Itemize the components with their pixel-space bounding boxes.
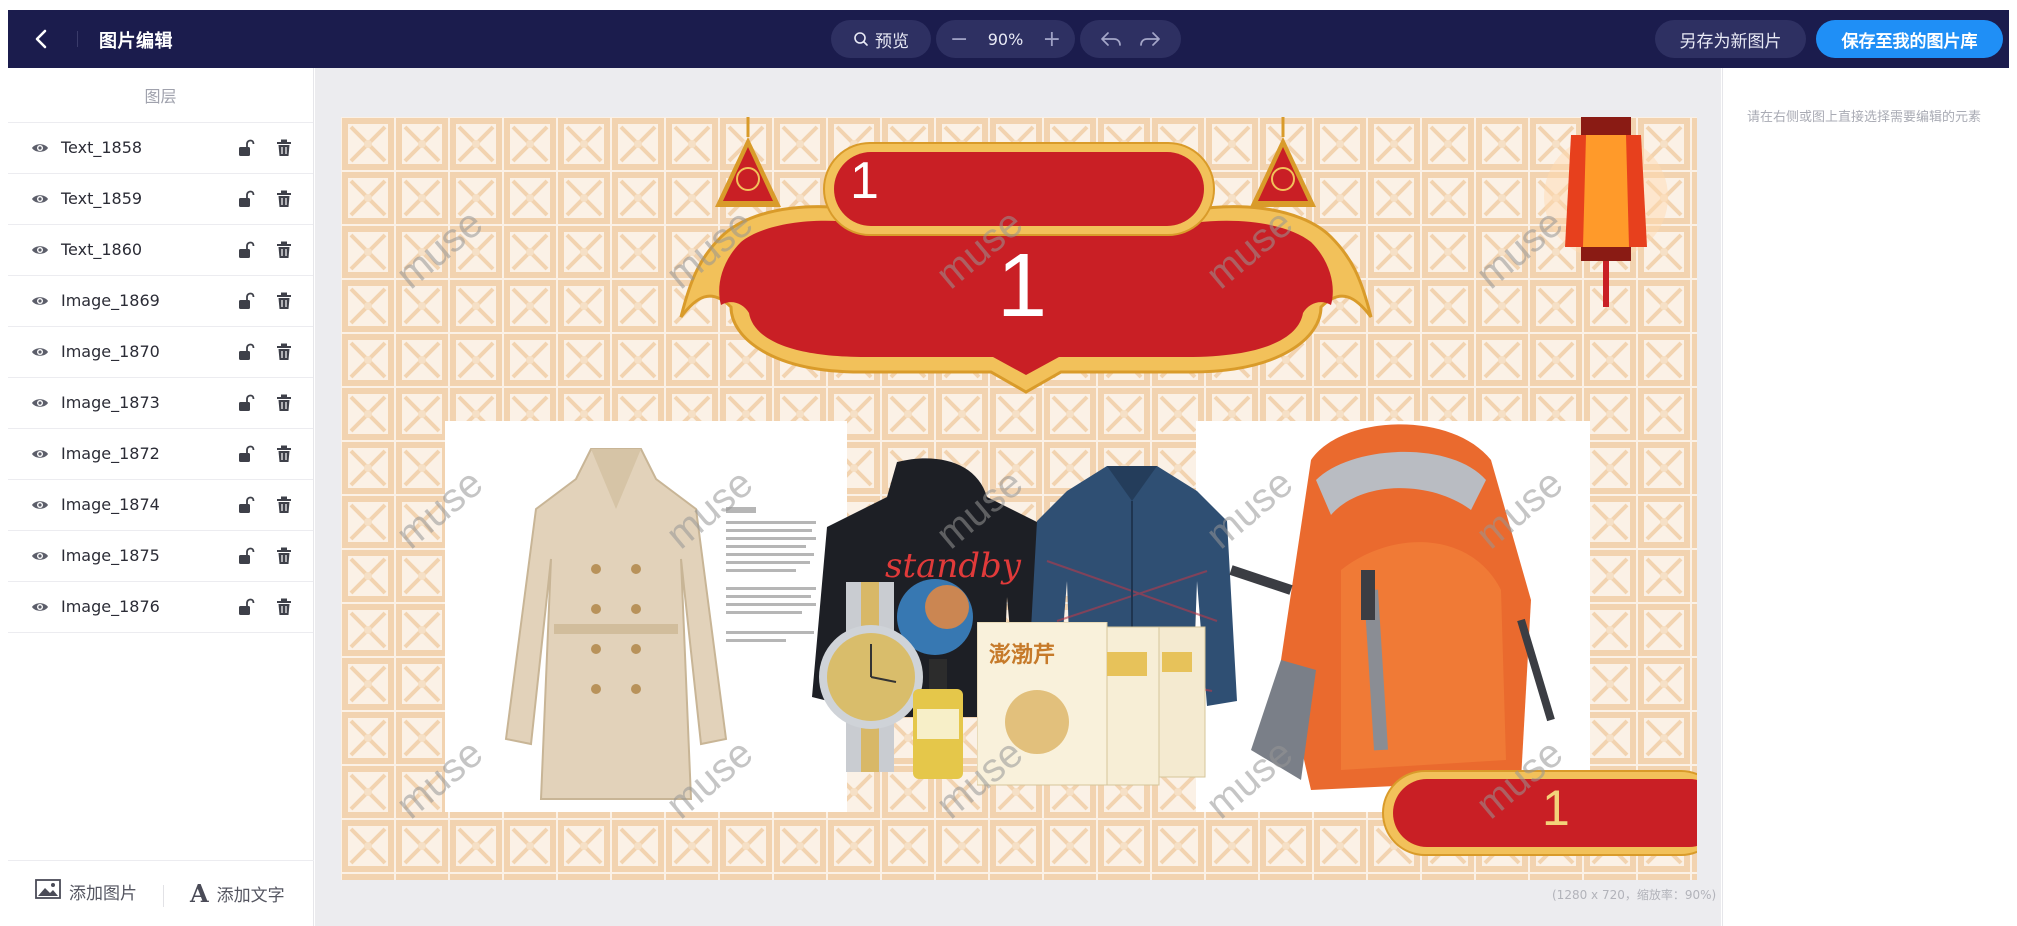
preview-label: 预览: [875, 31, 909, 52]
layer-row[interactable]: Image_1876: [8, 582, 313, 633]
trash-icon[interactable]: [276, 241, 292, 259]
trash-icon[interactable]: [276, 292, 292, 310]
search-icon: [853, 31, 869, 47]
unlock-icon[interactable]: [237, 139, 255, 157]
unlock-icon[interactable]: [237, 343, 255, 361]
trash-icon[interactable]: [276, 394, 292, 412]
redo-icon[interactable]: [1138, 30, 1162, 48]
top-banner-text[interactable]: 1: [850, 151, 879, 211]
zoom-out-button[interactable]: −: [950, 27, 968, 52]
layer-name: Text_1859: [61, 189, 143, 208]
layer-name: Text_1858: [61, 138, 143, 157]
image-icon: [35, 879, 61, 904]
eye-icon[interactable]: [31, 242, 49, 258]
eye-icon[interactable]: [31, 140, 49, 156]
unlock-icon[interactable]: [237, 292, 255, 310]
trash-icon[interactable]: [276, 445, 292, 463]
right-ornament-icon: [1250, 117, 1316, 207]
bottom-banner-text[interactable]: 1: [1542, 779, 1570, 837]
layer-row[interactable]: Image_1874: [8, 480, 313, 531]
svg-text:澎渤芹: 澎渤芹: [989, 642, 1055, 668]
selection-hint: 请在右侧或图上直接选择需要编辑的元素: [1747, 110, 1982, 125]
undo-icon[interactable]: [1099, 30, 1123, 48]
lantern-icon: [1544, 117, 1668, 307]
layer-row[interactable]: Image_1870: [8, 327, 313, 378]
left-ornament-icon: [715, 117, 781, 207]
trash-icon[interactable]: [276, 496, 292, 514]
eye-icon[interactable]: [31, 395, 49, 411]
serum-bottle-image[interactable]: [909, 659, 967, 781]
top-bar: 图片编辑 预览 − 90% + 另存为新图片 保存至我的图片库: [8, 10, 2009, 68]
page-title: 图片编辑: [99, 31, 173, 52]
eye-icon[interactable]: [31, 599, 49, 615]
zoom-in-button[interactable]: +: [1043, 27, 1061, 52]
text-icon: A: [190, 879, 209, 908]
layer-name: Image_1873: [61, 393, 160, 412]
layer-name: Image_1875: [61, 546, 160, 565]
eye-icon[interactable]: [31, 293, 49, 309]
divider: [163, 885, 164, 907]
eye-icon[interactable]: [31, 446, 49, 462]
preview-button[interactable]: 预览: [831, 20, 931, 58]
layer-name: Image_1869: [61, 291, 160, 310]
layers-panel: 图层 Text_1858 Text_1859 Text_1860 Image_1869…: [8, 68, 314, 926]
unlock-icon[interactable]: [237, 190, 255, 208]
layer-name: Image_1870: [61, 342, 160, 361]
trash-icon[interactable]: [276, 598, 292, 616]
eye-icon[interactable]: [31, 548, 49, 564]
image-editor-app: 图片编辑 预览 − 90% + 另存为新图片 保存至我的图片库 图层 Text_…: [0, 0, 2017, 926]
back-button[interactable]: [30, 27, 54, 51]
unlock-icon[interactable]: [237, 241, 255, 259]
save-to-library-button[interactable]: 保存至我的图片库: [1816, 20, 2003, 58]
add-text-label: 添加文字: [216, 886, 285, 906]
chevron-left-icon: [35, 29, 47, 49]
unlock-icon[interactable]: [237, 598, 255, 616]
layer-row[interactable]: Text_1858: [8, 123, 313, 174]
add-text-button[interactable]: A 添加文字: [190, 879, 285, 908]
properties-panel: 请在右侧或图上直接选择需要编辑的元素: [1722, 68, 2017, 926]
layer-name: Image_1874: [61, 495, 160, 514]
eye-icon[interactable]: [31, 344, 49, 360]
layer-name: Image_1872: [61, 444, 160, 463]
layer-row[interactable]: Image_1872: [8, 429, 313, 480]
trash-icon[interactable]: [276, 139, 292, 157]
add-toolbar: 添加图片 A 添加文字: [8, 860, 314, 926]
eye-icon[interactable]: [31, 191, 49, 207]
unlock-icon[interactable]: [237, 547, 255, 565]
layer-row[interactable]: Image_1873: [8, 378, 313, 429]
layer-row[interactable]: Image_1869: [8, 276, 313, 327]
eye-icon[interactable]: [31, 497, 49, 513]
layer-name: Text_1860: [61, 240, 143, 259]
trash-icon[interactable]: [276, 547, 292, 565]
add-image-button[interactable]: 添加图片: [35, 879, 137, 904]
unlock-icon[interactable]: [237, 445, 255, 463]
layers-header: 图层: [144, 87, 177, 106]
canvas-size-info: (1280 x 720，缩放率：90%): [1552, 888, 1717, 902]
zoom-level: 90%: [987, 29, 1024, 49]
layer-row[interactable]: Image_1875: [8, 531, 313, 582]
save-as-new-button[interactable]: 另存为新图片: [1655, 20, 1806, 58]
trash-icon[interactable]: [276, 343, 292, 361]
add-image-label: 添加图片: [69, 884, 137, 904]
layer-row[interactable]: Text_1859: [8, 174, 313, 225]
zoom-control: − 90% +: [936, 20, 1075, 58]
poster-canvas[interactable]: standby 澎渤芹 1 1 1 muse muse muse muse mu…: [341, 117, 1697, 880]
layer-row[interactable]: Text_1860: [8, 225, 313, 276]
coat-description-text: [726, 507, 818, 657]
unlock-icon[interactable]: [237, 394, 255, 412]
trash-icon[interactable]: [276, 190, 292, 208]
canvas-workspace: standby 澎渤芹 1 1 1 muse muse muse muse mu…: [315, 68, 1721, 926]
history-controls: [1080, 20, 1181, 58]
divider: [77, 31, 78, 47]
unlock-icon[interactable]: [237, 496, 255, 514]
layer-name: Image_1876: [61, 597, 160, 616]
layer-list: Text_1858 Text_1859 Text_1860 Image_1869 Ima…: [8, 122, 313, 633]
